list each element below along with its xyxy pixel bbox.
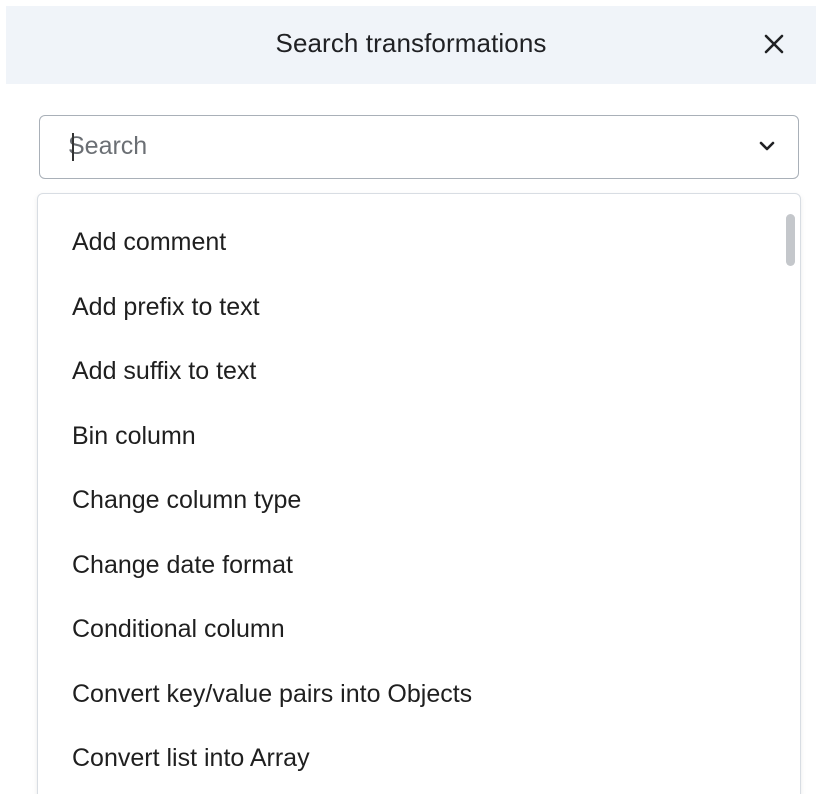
close-button[interactable]	[758, 28, 790, 60]
list-item[interactable]: Convert list into Array	[38, 726, 780, 791]
close-icon	[764, 34, 784, 54]
list-item[interactable]: Add suffix to text	[38, 339, 780, 404]
transformations-dropdown: Add comment Add prefix to text Add suffi…	[37, 193, 801, 794]
chevron-down-icon	[759, 141, 775, 151]
list-item[interactable]: Convert key/value pairs into Objects	[38, 662, 780, 727]
list-item[interactable]: Change column type	[38, 468, 780, 533]
dialog-header: Search transformations	[6, 6, 816, 84]
list-item[interactable]: Bin column	[38, 404, 780, 469]
list-item[interactable]: Change date format	[38, 533, 780, 598]
dialog-title: Search transformations	[275, 28, 547, 58]
search-input[interactable]	[68, 116, 708, 177]
text-cursor	[72, 133, 74, 161]
list-item[interactable]: Add comment	[38, 210, 780, 275]
transformations-list: Add comment Add prefix to text Add suffi…	[38, 210, 780, 791]
list-item[interactable]: Add prefix to text	[38, 275, 780, 340]
search-combobox[interactable]	[39, 115, 799, 179]
dropdown-toggle-button[interactable]	[758, 139, 776, 153]
list-item[interactable]: Conditional column	[38, 597, 780, 662]
scrollbar-thumb[interactable]	[786, 214, 795, 266]
search-transformations-dialog: Search transformations Add comment Add p…	[0, 0, 816, 794]
